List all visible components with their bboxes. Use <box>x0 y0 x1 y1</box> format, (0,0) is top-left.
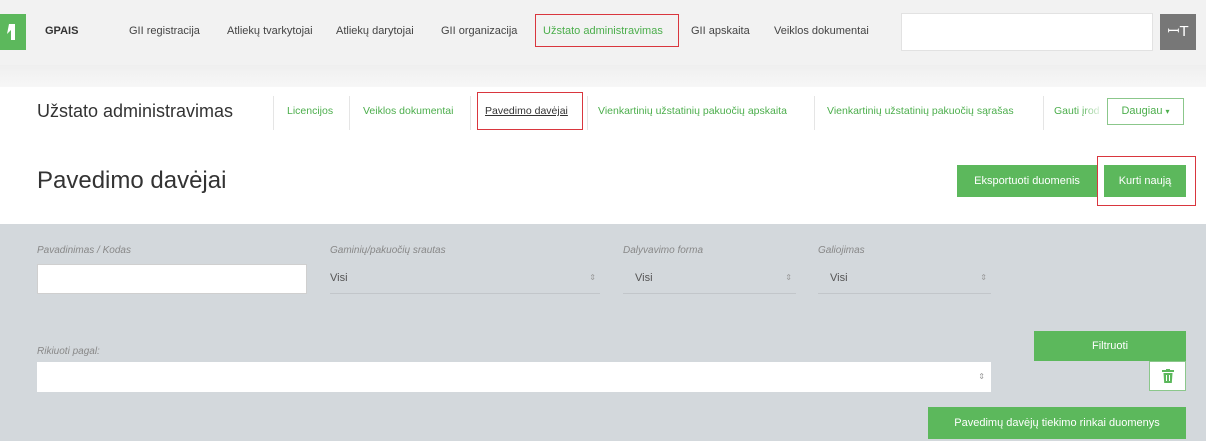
name-code-label: Pavadinimas / Kodas <box>37 245 131 256</box>
page-title: Pavedimo davėjai <box>37 167 227 194</box>
nav-gii-organizacija[interactable]: GII organizacija <box>441 25 517 37</box>
stream-value: Visi <box>330 272 348 284</box>
participation-form-label: Dalyvavimo forma <box>623 245 704 256</box>
trash-icon <box>1161 369 1174 383</box>
stream-label: Gaminių/pakuočių srautas <box>330 245 446 256</box>
stream-select[interactable]: Visi ⇕ <box>330 264 600 294</box>
subnav-divider <box>587 96 588 130</box>
logo-icon <box>7 24 15 40</box>
nav-veiklos-dokumentai[interactable]: Veiklos dokumentai <box>774 25 869 37</box>
nav-gii-registracija[interactable]: GII registracija <box>129 25 200 37</box>
tab-pakuociu-sarasas[interactable]: Vienkartinių užstatinių pakuočių sąrašas <box>827 105 1014 117</box>
tab-veiklos-dokumentai[interactable]: Veiklos dokumentai <box>363 105 453 117</box>
subnav-divider <box>349 96 350 130</box>
tab-overflow-fade <box>1080 96 1104 130</box>
subnav-divider <box>273 96 274 130</box>
caret-down-icon: ▾ <box>1165 107 1170 116</box>
subnav-divider <box>470 96 471 130</box>
gpais-logo[interactable] <box>0 14 26 50</box>
name-code-input[interactable] <box>37 264 307 294</box>
brand-name[interactable]: GPAIS <box>45 25 78 37</box>
participation-form-value: Visi <box>635 272 653 284</box>
sort-by-label: Rikiuoti pagal: <box>37 346 100 357</box>
tab-licencijos[interactable]: Licencijos <box>287 105 333 117</box>
more-label: Daugiau <box>1121 105 1163 117</box>
tab-pakuociu-apskaita[interactable]: Vienkartinių užstatinių pakuočių apskait… <box>598 105 787 117</box>
font-size-icon[interactable]: ꟷT <box>1160 14 1196 50</box>
tab-active-label: Pavedimo davėjai <box>485 105 568 117</box>
validity-label: Galiojimas <box>818 245 865 256</box>
validity-value: Visi <box>830 272 848 284</box>
top-search-field[interactable] <box>901 13 1153 51</box>
participation-form-select[interactable]: Visi ⇕ <box>623 264 796 294</box>
filter-button[interactable]: Filtruoti <box>1034 331 1186 361</box>
validity-select[interactable]: Visi ⇕ <box>818 264 991 294</box>
tab-pavedimo-davejai[interactable]: Pavedimo davėjai <box>477 92 583 130</box>
select-arrows-icon: ⇕ <box>980 273 987 282</box>
select-arrows-icon: ⇕ <box>589 273 596 282</box>
decorative-banner <box>0 65 1206 87</box>
nav-atlieku-darytojai[interactable]: Atliekų darytojai <box>336 25 414 37</box>
nav-gii-apskaita[interactable]: GII apskaita <box>691 25 750 37</box>
section-title: Užstato administravimas <box>37 101 234 121</box>
subnav-divider <box>1043 96 1044 130</box>
create-new-button[interactable]: Kurti naują <box>1104 165 1186 197</box>
subnav-divider <box>814 96 815 130</box>
export-data-button[interactable]: Eksportuoti duomenis <box>957 165 1097 197</box>
select-arrows-icon: ⇕ <box>785 273 792 282</box>
nav-uzstato-administravimas[interactable]: Užstato administravimas <box>535 14 679 47</box>
sort-by-select[interactable]: ⇕ <box>37 362 991 392</box>
supply-data-button[interactable]: Pavedimų davėjų tiekimo rinkai duomenys <box>928 407 1186 439</box>
more-dropdown-button[interactable]: Daugiau ▾ <box>1107 98 1184 125</box>
select-arrows-icon: ⇕ <box>978 372 985 381</box>
nav-active-label: Užstato administravimas <box>543 25 663 37</box>
clear-filters-button[interactable] <box>1149 361 1186 391</box>
nav-atlieku-tvarkytojai[interactable]: Atliekų tvarkytojai <box>227 25 313 37</box>
